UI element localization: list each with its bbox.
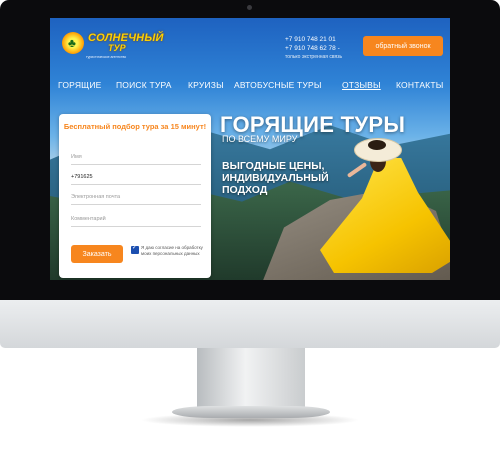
name-field[interactable]: [71, 150, 201, 165]
order-button[interactable]: Заказать: [71, 245, 123, 263]
hero-subheadline: ПО ВСЕМУ МИРУ: [222, 134, 298, 144]
hero-benefits: ВЫГОДНЫЕ ЦЕНЫ, ИНДИВИДУАЛЬНЫЙ ПОДХОД: [222, 160, 329, 196]
email-field[interactable]: [71, 190, 201, 205]
tour-request-form: Бесплатный подбор тура за 15 минут! Зака…: [59, 114, 211, 278]
logo-tagline: туристическое агентство: [86, 55, 127, 59]
main-nav: ГОРЯЩИЕ ПОИСК ТУРА КРУИЗЫ АВТОБУСНЫЕ ТУР…: [50, 80, 450, 92]
stand-base: [172, 406, 330, 418]
phone-2[interactable]: +7 910 748 62 78 -: [285, 45, 342, 54]
comment-field[interactable]: [71, 212, 201, 227]
logo-name-2: ТУР: [108, 43, 126, 53]
phone-block: +7 910 748 21 01 +7 910 748 62 78 - толь…: [285, 36, 342, 62]
website-screen: ♣ СОЛНЕЧНЫЙ ТУР туристическое агентство …: [50, 18, 450, 280]
palm-icon: ♣: [68, 36, 76, 50]
consent-checkbox[interactable]: [131, 244, 139, 254]
nav-item-reviews[interactable]: ОТЗЫВЫ: [342, 80, 381, 90]
callback-button[interactable]: обратный звонок: [363, 36, 443, 56]
nav-item-cruises[interactable]: КРУИЗЫ: [188, 80, 224, 90]
nav-item-bus-tours[interactable]: АВТОБУСНЫЕ ТУРЫ: [234, 80, 322, 90]
nav-item-search[interactable]: ПОИСК ТУРА: [116, 80, 172, 90]
camera-icon: [247, 5, 252, 10]
phone-field[interactable]: [71, 170, 201, 185]
hat-band: [368, 140, 386, 150]
consent-text: Я даю согласие на обработку моих персона…: [141, 245, 203, 256]
nav-item-contacts[interactable]: КОНТАКТЫ: [396, 80, 443, 90]
site-logo[interactable]: ♣ СОЛНЕЧНЫЙ ТУР туристическое агентство: [62, 30, 163, 64]
nav-item-hot[interactable]: ГОРЯЩИЕ: [58, 80, 102, 90]
phone-note: только экстренная связь: [285, 54, 343, 60]
imac-monitor: ♣ СОЛНЕЧНЫЙ ТУР туристическое агентство …: [0, 0, 500, 450]
monitor-stand: [197, 345, 305, 415]
phone-1[interactable]: +7 910 748 21 01: [285, 36, 342, 45]
monitor-chin: [0, 300, 500, 348]
form-title: Бесплатный подбор тура за 15 минут!: [63, 122, 207, 131]
